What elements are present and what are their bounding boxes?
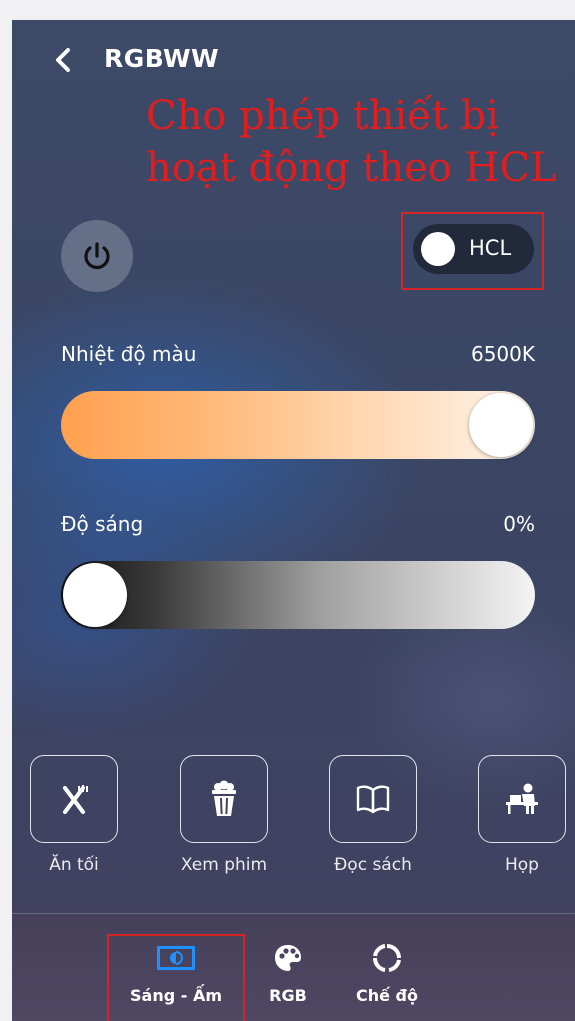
bottom-nav: Sáng - Ấm RGB Chế độ bbox=[12, 914, 575, 1021]
scene-movie-button[interactable] bbox=[180, 755, 268, 843]
color-temperature-value: 6500K bbox=[470, 342, 535, 366]
scene-movie[interactable]: Xem phim bbox=[169, 755, 279, 875]
color-temperature-slider[interactable] bbox=[61, 391, 535, 459]
back-button[interactable] bbox=[48, 42, 78, 78]
book-icon bbox=[356, 785, 390, 814]
scene-meeting-button[interactable] bbox=[478, 755, 566, 843]
nav-tab-rgb[interactable]: RGB bbox=[258, 942, 318, 1005]
hcl-toggle-label: HCL bbox=[469, 236, 512, 260]
chevron-left-icon bbox=[56, 48, 70, 72]
hcl-toggle-knob bbox=[421, 232, 455, 266]
brightness-slider-thumb[interactable] bbox=[63, 563, 127, 627]
annotation-text: Cho phép thiết bị hoạt động theo HCL bbox=[146, 90, 575, 194]
brightness-slider[interactable] bbox=[61, 561, 535, 629]
popcorn-icon bbox=[212, 780, 236, 816]
scene-reading[interactable]: Đọc sách bbox=[318, 755, 428, 875]
palette-icon bbox=[275, 945, 301, 971]
white-warm-icon bbox=[157, 946, 195, 970]
power-icon bbox=[84, 242, 110, 270]
scene-movie-label: Xem phim bbox=[180, 855, 268, 875]
color-temperature-slider-thumb[interactable] bbox=[469, 393, 533, 457]
brightness-value: 0% bbox=[503, 512, 535, 536]
nav-tab-white-warm[interactable]: Sáng - Ấm bbox=[126, 942, 226, 1005]
annotation-line-2: hoạt động theo HCL bbox=[146, 145, 557, 191]
mode-ring-icon bbox=[372, 944, 401, 972]
page-title: RGBWW bbox=[104, 44, 220, 73]
color-temperature-label: Nhiệt độ màu bbox=[61, 342, 197, 366]
hcl-toggle[interactable]: HCL bbox=[413, 224, 534, 274]
scene-reading-button[interactable] bbox=[329, 755, 417, 843]
nav-tab-mode[interactable]: Chế độ bbox=[352, 942, 422, 1005]
power-button[interactable] bbox=[61, 220, 133, 292]
meeting-icon bbox=[506, 783, 538, 814]
scene-dinner-label: Ăn tối bbox=[49, 855, 99, 875]
scene-dinner-button[interactable] bbox=[30, 755, 118, 843]
scene-dinner[interactable]: Ăn tối bbox=[19, 755, 129, 875]
nav-tab-rgb-label: RGB bbox=[269, 986, 307, 1005]
nav-tab-mode-label: Chế độ bbox=[356, 986, 418, 1005]
scene-reading-label: Đọc sách bbox=[334, 855, 412, 875]
scene-meeting-label: Họp bbox=[505, 855, 539, 875]
nav-tab-white-warm-label: Sáng - Ấm bbox=[130, 986, 222, 1005]
scene-meeting[interactable]: Họp bbox=[467, 755, 575, 875]
annotation-line-1: Cho phép thiết bị bbox=[146, 93, 499, 139]
app-screen: RGBWW Cho phép thiết bị hoạt động theo H… bbox=[12, 20, 575, 1021]
fork-knife-icon bbox=[63, 785, 88, 814]
brightness-label: Độ sáng bbox=[61, 512, 144, 536]
